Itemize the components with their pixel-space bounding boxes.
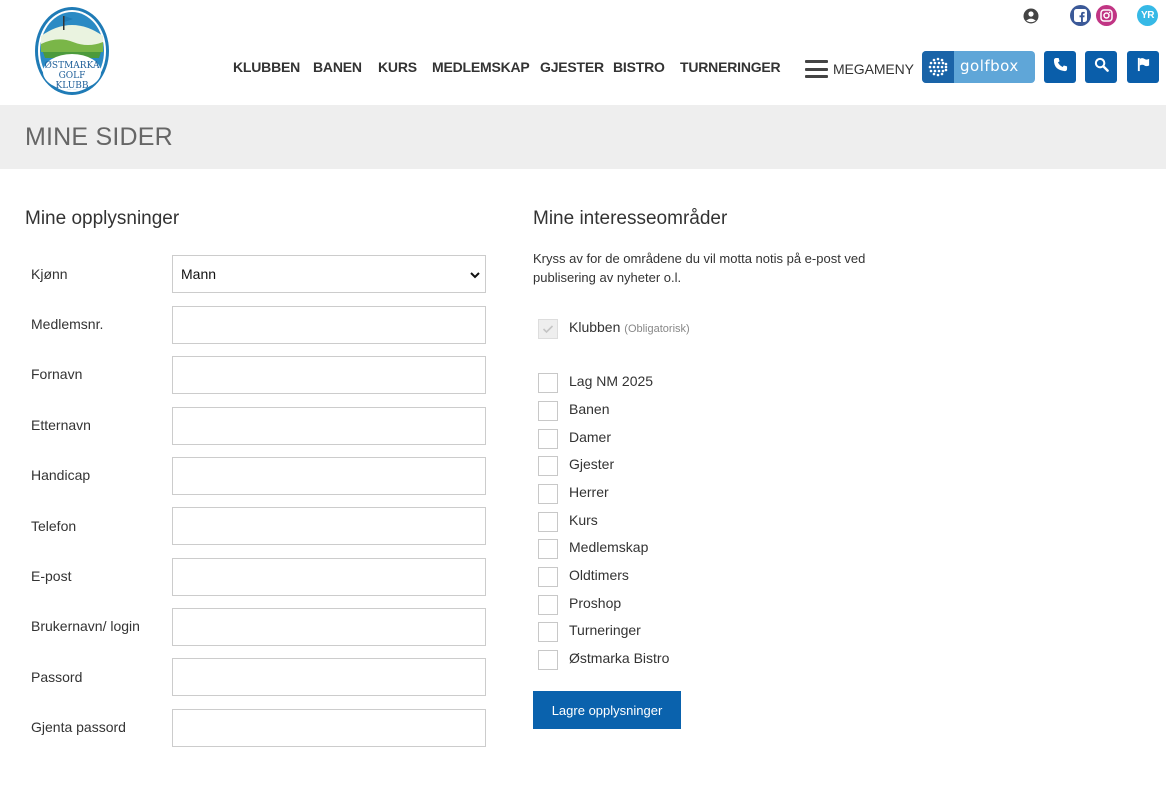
checkbox-gjester[interactable] xyxy=(538,456,558,476)
megameny-label: MEGAMENY xyxy=(833,61,914,77)
member-number-label: Medlemsnr. xyxy=(31,316,104,332)
flag-button[interactable] xyxy=(1127,51,1159,83)
instagram-icon[interactable] xyxy=(1096,5,1117,26)
last-name-input[interactable] xyxy=(172,407,486,445)
checkbox-turneringer[interactable] xyxy=(538,622,558,642)
megameny-button[interactable]: MEGAMENY xyxy=(805,58,914,80)
checkbox-label-lag-nm: Lag NM 2025 xyxy=(569,373,654,389)
personal-info-heading: Mine opplysninger xyxy=(25,208,180,229)
first-name-label: Fornavn xyxy=(31,366,83,382)
nav-item-turneringer[interactable]: TURNERINGER xyxy=(680,59,781,75)
interests-description: Kryss av for de områdene du vil motta no… xyxy=(533,251,866,285)
hamburger-icon xyxy=(805,60,828,78)
nav-item-bistro[interactable]: BISTRO xyxy=(613,59,665,75)
checkbox-label-damer: Damer xyxy=(569,429,612,445)
checkbox-herrer[interactable] xyxy=(538,484,558,504)
checkmark-icon xyxy=(539,325,557,342)
search-icon xyxy=(1094,57,1109,77)
checkbox-banen[interactable] xyxy=(538,401,558,421)
search-button[interactable] xyxy=(1085,51,1117,83)
golfbox-button[interactable]: golfbox xyxy=(922,51,1035,83)
checkbox-label-herrer: Herrer xyxy=(569,484,609,500)
gender-select-value: Mann xyxy=(181,266,217,282)
member-number-input[interactable] xyxy=(172,306,486,344)
password-label: Passord xyxy=(31,669,83,685)
checkbox-label-turneringer: Turneringer xyxy=(569,622,641,638)
checkbox-label-ostmarka-bistro: Østmarka Bistro xyxy=(569,650,670,666)
checkbox-lag-nm[interactable] xyxy=(538,373,558,393)
golfbox-label: golfbox xyxy=(960,57,1019,75)
handicap-label: Handicap xyxy=(31,467,91,483)
checkbox-medlemskap[interactable] xyxy=(538,539,558,559)
nav-item-klubben[interactable]: KLUBBEN xyxy=(233,59,300,75)
chevron-down-icon xyxy=(469,268,481,284)
phone-label: Telefon xyxy=(31,518,77,534)
page-title: MINE SIDER xyxy=(25,123,173,151)
phone-button[interactable] xyxy=(1044,51,1076,83)
flag-icon xyxy=(1136,57,1151,77)
phone-input[interactable] xyxy=(172,507,486,545)
checkbox-klubben xyxy=(538,319,558,339)
email-label: E-post xyxy=(31,568,72,584)
checkbox-damer[interactable] xyxy=(538,429,558,449)
handicap-input[interactable] xyxy=(172,457,486,495)
save-button[interactable]: Lagre opplysninger xyxy=(533,691,681,729)
checkbox-label-kurs: Kurs xyxy=(569,512,598,528)
golfball-icon xyxy=(922,51,954,83)
gender-select[interactable]: Mann xyxy=(172,255,486,293)
nav-item-banen[interactable]: BANEN xyxy=(313,59,362,75)
nav-item-medlemskap[interactable]: MEDLEMSKAP xyxy=(432,59,530,75)
checkbox-label-oldtimers: Oldtimers xyxy=(569,567,629,583)
top-icon-bar: YR xyxy=(0,3,1166,27)
required-note: (Obligatorisk) xyxy=(624,323,690,335)
last-name-label: Etternavn xyxy=(31,417,91,433)
gender-label: Kjønn xyxy=(31,266,68,282)
password-input[interactable] xyxy=(172,658,486,696)
checkbox-ostmarka-bistro[interactable] xyxy=(538,650,558,670)
yr-icon[interactable]: YR xyxy=(1137,5,1158,26)
first-name-input[interactable] xyxy=(172,356,486,394)
site-header: ØSTMARKA GOLF KLUBB YR KLUBBEN BANEN KUR… xyxy=(0,0,1166,105)
checkbox-label-banen: Banen xyxy=(569,401,610,417)
svg-text:KLUBB: KLUBB xyxy=(55,81,88,91)
username-label: Brukernavn/ login xyxy=(31,618,140,634)
checkbox-label-proshop: Proshop xyxy=(569,595,622,611)
phone-icon xyxy=(1053,57,1068,77)
checkbox-kurs[interactable] xyxy=(538,512,558,532)
nav-item-kurs[interactable]: KURS xyxy=(378,59,417,75)
page-title-band: MINE SIDER xyxy=(0,105,1166,169)
user-icon[interactable] xyxy=(1021,6,1041,26)
checkbox-label-klubben: Klubben (Obligatorisk) xyxy=(569,319,690,335)
checkbox-proshop[interactable] xyxy=(538,595,558,615)
email-input[interactable] xyxy=(172,558,486,596)
nav-item-gjester[interactable]: GJESTER xyxy=(540,59,604,75)
repeat-password-input[interactable] xyxy=(172,709,486,747)
username-input[interactable] xyxy=(172,608,486,646)
checkbox-label-gjester: Gjester xyxy=(569,456,615,472)
facebook-icon[interactable] xyxy=(1070,5,1091,26)
checkbox-label-medlemskap: Medlemskap xyxy=(569,539,649,555)
repeat-password-label: Gjenta passord xyxy=(31,719,126,735)
klubben-label-text: Klubben xyxy=(569,319,621,335)
checkbox-oldtimers[interactable] xyxy=(538,567,558,587)
interests-heading: Mine interesseområder xyxy=(533,208,728,229)
